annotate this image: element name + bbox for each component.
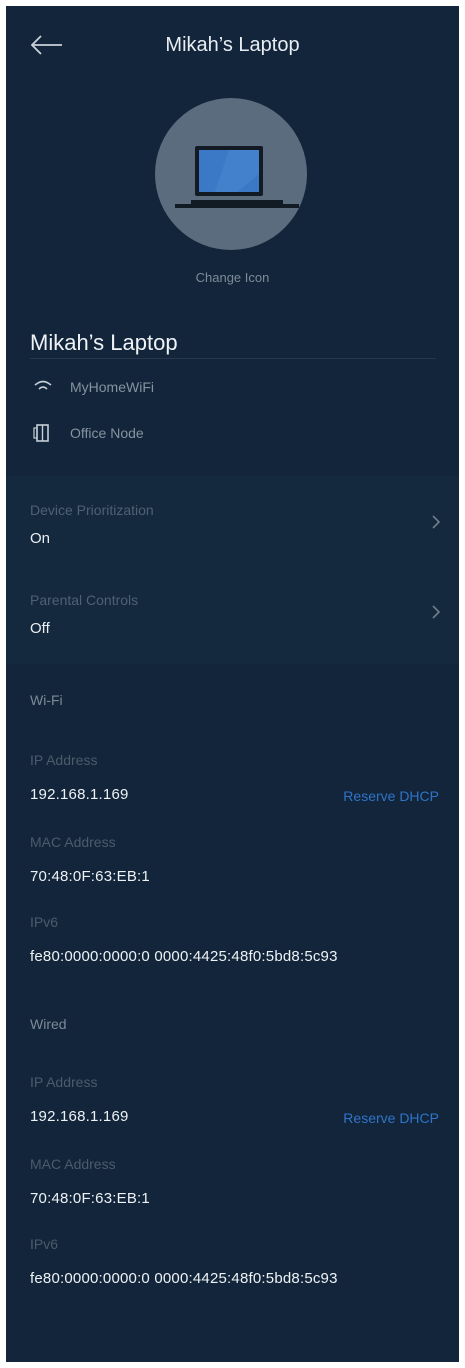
wired-reserve-dhcp-link[interactable]: Reserve DHCP	[343, 1110, 439, 1126]
change-icon-link[interactable]: Change Icon	[6, 270, 459, 285]
wifi-ip-label: IP Address	[30, 752, 98, 768]
wired-ipv6-value: fe80:0000:0000:0 0000:4425:48f0:5bd8:5c9…	[30, 1270, 338, 1287]
node-row: Office Node	[32, 422, 144, 444]
divider	[30, 358, 436, 359]
network-name: MyHomeWiFi	[70, 379, 154, 395]
wifi-mac-value: 70:48:0F:63:EB:1	[30, 868, 150, 885]
wifi-ipv6-label: IPv6	[30, 914, 59, 930]
wifi-reserve-dhcp-link[interactable]: Reserve DHCP	[343, 788, 439, 804]
wifi-mac-label: MAC Address	[30, 834, 116, 850]
wired-mac-label: MAC Address	[30, 1156, 116, 1172]
device-name: Mikah’s Laptop	[30, 330, 178, 355]
parental-controls-value: Off	[30, 620, 50, 637]
parental-controls-label: Parental Controls	[30, 592, 139, 608]
header: Mikah’s Laptop	[6, 6, 459, 86]
wired-ipv6-label: IPv6	[30, 1236, 59, 1252]
device-prioritization-row[interactable]: Device Prioritization On	[6, 484, 459, 564]
wifi-icon	[32, 377, 54, 397]
wifi-section-title: Wi-Fi	[30, 692, 63, 708]
wired-ip-value: 192.168.1.169	[30, 1108, 129, 1125]
parental-controls-row[interactable]: Parental Controls Off	[6, 574, 459, 654]
node-icon	[32, 423, 54, 443]
device-details-screen: Mikah’s Laptop Change Icon Mikah’s Lapto…	[6, 6, 459, 1362]
device-avatar[interactable]	[155, 98, 307, 250]
wired-ip-label: IP Address	[30, 1074, 98, 1090]
chevron-right-icon	[432, 515, 441, 529]
chevron-right-icon	[432, 605, 441, 619]
laptop-icon	[175, 146, 299, 208]
page-title: Mikah’s Laptop	[165, 34, 300, 56]
wired-mac-value: 70:48:0F:63:EB:1	[30, 1190, 150, 1207]
wired-section-title: Wired	[30, 1016, 67, 1032]
device-prioritization-label: Device Prioritization	[30, 502, 154, 518]
network-row: MyHomeWiFi	[32, 376, 154, 398]
wifi-ipv6-value: fe80:0000:0000:0 0000:4425:48f0:5bd8:5c9…	[30, 948, 338, 965]
node-name: Office Node	[70, 425, 144, 441]
wifi-ip-value: 192.168.1.169	[30, 786, 129, 803]
device-prioritization-value: On	[30, 530, 51, 547]
